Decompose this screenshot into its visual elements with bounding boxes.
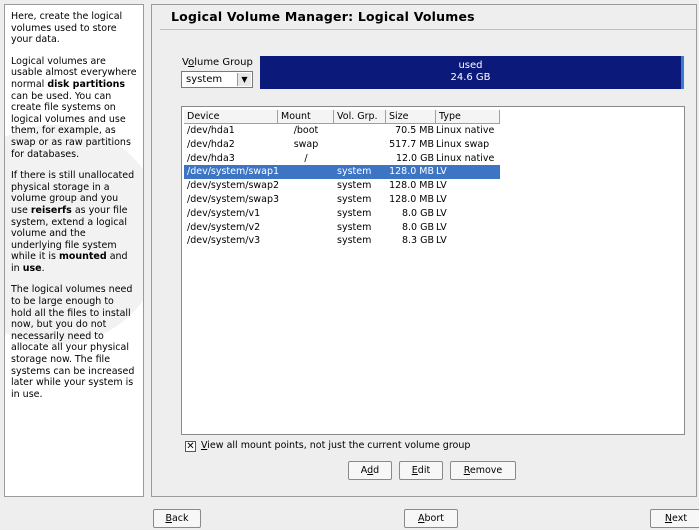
help-panel: Here, create the logical volumes used to… — [4, 4, 144, 497]
table-cell-size: 517.7 MB — [389, 138, 434, 150]
table-cell-type: Linux native — [436, 152, 495, 164]
table-cell-size: 12.0 GB — [395, 152, 434, 164]
button-label-part: dit — [417, 465, 431, 476]
table-row[interactable]: /dev/system/v1 system 8.0 GB LV — [184, 207, 500, 221]
table-row[interactable]: /dev/hda2 swap 517.7 MB Linux swap — [184, 138, 500, 152]
table-row[interactable]: /dev/system/swap2 system 128.0 MB LV — [184, 179, 500, 193]
button-label-part: d — [373, 465, 380, 476]
column-header-mount[interactable]: Mount — [278, 110, 334, 124]
table-cell-type: LV — [436, 166, 447, 178]
help-paragraph-3: If there is still unallocated physical s… — [11, 170, 137, 274]
table-cell-vg: system — [337, 235, 372, 247]
add-button[interactable]: Add — [348, 461, 392, 480]
help-text: Here, create the logical volumes used to… — [5, 5, 143, 400]
column-header-size[interactable]: Size — [386, 110, 436, 124]
table-cell-type: LV — [436, 221, 447, 233]
table-row[interactable]: /dev/system/swap1 system 128.0 MB LV — [184, 165, 500, 180]
table-cell-size: 128.0 MB — [389, 194, 434, 205]
table-cell-device: /dev/system/v2 — [187, 221, 261, 233]
table-cell-type: LV — [436, 180, 447, 192]
help-bold-use: use — [22, 262, 42, 274]
table-cell-vg: system — [337, 221, 372, 233]
next-button[interactable]: Next — [650, 509, 699, 528]
remove-button[interactable]: Remove — [450, 461, 516, 480]
table-cell-size: 70.5 MB — [395, 125, 434, 136]
usage-label: used — [458, 60, 483, 71]
table-cell-mount: /boot — [293, 125, 319, 136]
column-header-device[interactable]: Device — [184, 110, 278, 124]
label-part: lume Group — [194, 57, 253, 68]
main-panel: Logical Volume Manager: Logical Volumes … — [151, 4, 697, 497]
volume-group-selected-value: system — [186, 74, 223, 85]
button-label-part: ack — [171, 513, 189, 524]
table-cell-size: 128.0 MB — [389, 166, 434, 178]
usage-value: 24.6 GB — [450, 72, 491, 83]
button-label-part: bort — [424, 513, 444, 524]
edit-button[interactable]: Edit — [399, 461, 443, 480]
help-text-span: can be used. You can create file systems… — [11, 90, 131, 160]
table-cell-device: /dev/hda3 — [187, 152, 235, 164]
table-cell-device: /dev/system/swap3 — [187, 194, 280, 205]
table-cell-type: Linux native — [436, 125, 495, 136]
page-title: Logical Volume Manager: Logical Volumes — [171, 9, 475, 24]
back-button[interactable]: Back — [153, 509, 201, 528]
button-label-part: ext — [672, 513, 688, 524]
logical-volumes-table[interactable]: Device Mount Vol. Grp. Size Type /dev/hd… — [181, 106, 685, 435]
table-cell-size: 128.0 MB — [389, 180, 434, 192]
column-header-vol-grp[interactable]: Vol. Grp. — [334, 110, 386, 124]
table-cell-device: /dev/system/swap2 — [187, 180, 280, 192]
help-paragraph-4: The logical volumes need to be large eno… — [11, 284, 135, 400]
table-cell-device: /dev/hda1 — [187, 125, 235, 136]
table-cell-size: 8.0 GB — [401, 221, 434, 233]
help-bold-disk-partitions: disk partitions — [47, 78, 126, 90]
table-cell-mount: / — [304, 152, 308, 164]
table-row[interactable]: /dev/system/v3 system 8.3 GB LV — [184, 234, 500, 248]
table-cell-vg: system — [337, 166, 372, 178]
button-label-part: emove — [469, 465, 503, 476]
table-row[interactable]: /dev/system/v2 system 8.0 GB LV — [184, 221, 500, 235]
help-bold-reiserfs: reiserfs — [30, 204, 72, 216]
table-cell-device: /dev/system/v3 — [187, 235, 261, 247]
view-all-mount-points-checkbox[interactable]: ✕ — [185, 441, 196, 452]
table-cell-vg: system — [337, 207, 372, 219]
help-paragraph-1: Here, create the logical volumes used to… — [11, 11, 123, 46]
help-paragraph-2: Logical volumes are usable almost everyw… — [11, 56, 137, 160]
volume-usage-bar: used 24.6 GB — [260, 56, 684, 89]
chevron-down-icon[interactable]: ▼ — [237, 73, 251, 86]
view-all-mount-points-label[interactable]: View all mount points, not just the curr… — [201, 440, 470, 451]
table-cell-size: 8.3 GB — [401, 235, 434, 247]
table-cell-mount: swap — [293, 138, 319, 150]
table-cell-vg: system — [337, 180, 372, 192]
abort-button[interactable]: Abort — [404, 509, 458, 528]
table-cell-type: LV — [436, 194, 447, 205]
table-cell-device: /dev/system/swap1 — [187, 166, 280, 178]
table-cell-type: LV — [436, 207, 447, 219]
table-cell-device: /dev/hda2 — [187, 138, 235, 150]
table-cell-type: Linux swap — [436, 138, 490, 150]
table-row[interactable]: /dev/hda1/boot 70.5 MB Linux native — [184, 124, 500, 138]
table-row[interactable]: /dev/system/swap3 system 128.0 MB LV — [184, 193, 500, 207]
button-mnemonic: N — [664, 513, 673, 524]
column-header-type[interactable]: Type — [436, 110, 500, 124]
help-bold-mounted: mounted — [58, 251, 107, 263]
label-part: iew all mount points, not just the curre… — [207, 440, 471, 451]
help-text-span: . — [41, 262, 45, 274]
table-cell-size: 8.0 GB — [401, 207, 434, 219]
table-row[interactable]: /dev/hda3 / 12.0 GB Linux native — [184, 152, 500, 166]
table-cell-device: /dev/system/v1 — [187, 207, 261, 219]
title-divider — [160, 29, 696, 30]
table-cell-type: LV — [436, 235, 447, 247]
table-cell-vg: system — [337, 194, 372, 205]
volume-group-select[interactable]: system ▼ — [181, 71, 253, 88]
volume-group-label: Volume Group — [182, 57, 253, 68]
